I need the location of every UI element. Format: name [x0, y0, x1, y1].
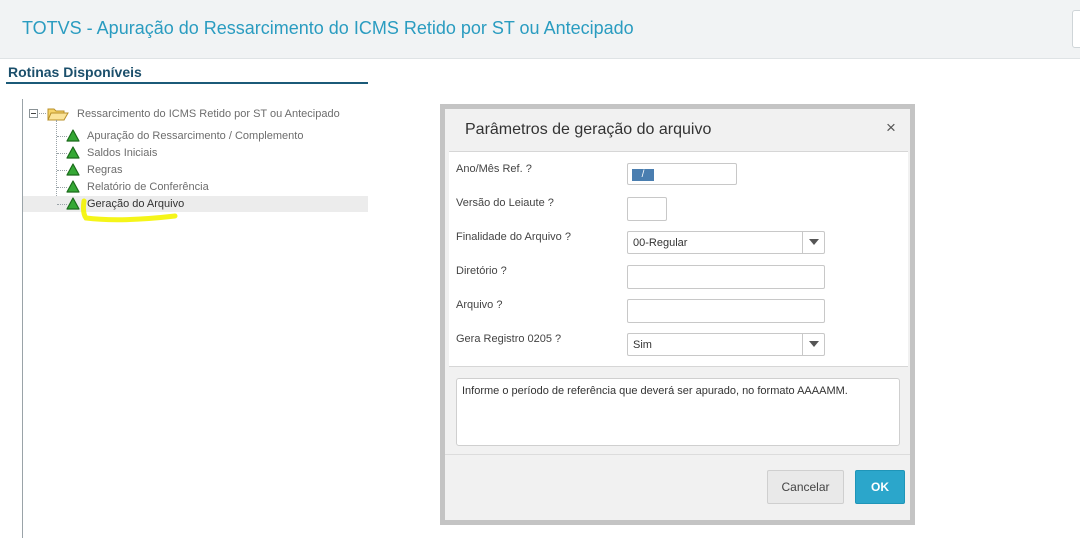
panel-title-underline	[6, 82, 368, 84]
ano-mes-label: Ano/Mês Ref. ?	[456, 163, 532, 175]
form-area: Ano/Mês Ref. ? / Versão do Leiaute ? Fin…	[449, 151, 908, 367]
help-text-box: Informe o período de referência que deve…	[456, 378, 900, 446]
green-triangle-icon	[66, 163, 80, 176]
tree-root-label[interactable]: Ressarcimento do ICMS Retido por ST ou A…	[77, 108, 340, 120]
footer-divider	[445, 454, 910, 455]
ok-button[interactable]: OK	[855, 470, 905, 504]
gera-registro-select[interactable]: Sim	[627, 333, 825, 356]
green-triangle-icon	[66, 180, 80, 193]
folder-open-icon	[47, 108, 69, 121]
select-divider	[802, 334, 803, 355]
select-divider	[802, 232, 803, 253]
cancel-button[interactable]: Cancelar	[767, 470, 844, 504]
arquivo-input[interactable]	[627, 299, 825, 323]
diretorio-label: Diretório ?	[456, 265, 507, 277]
ano-mes-value: /	[632, 169, 654, 181]
tree-item-saldos[interactable]: Saldos Iniciais	[87, 147, 157, 159]
close-icon[interactable]: ×	[886, 118, 896, 138]
versao-input[interactable]	[627, 197, 667, 221]
green-triangle-icon	[66, 129, 80, 142]
tree-left-border	[22, 99, 23, 538]
app-title: TOTVS - Apuração do Ressarcimento do ICM…	[22, 18, 634, 38]
finalidade-label: Finalidade do Arquivo ?	[456, 231, 571, 243]
tree-connector	[56, 120, 57, 204]
green-triangle-icon	[66, 146, 80, 159]
tree-item-regras[interactable]: Regras	[87, 164, 122, 176]
gera-registro-value: Sim	[633, 339, 652, 351]
tree-item-geracao[interactable]: Geração do Arquivo	[87, 198, 184, 210]
chevron-down-icon	[809, 341, 819, 347]
dialog-title: Parâmetros de geração do arquivo	[465, 121, 712, 138]
header-menu-button[interactable]	[1072, 10, 1080, 48]
gera-registro-label: Gera Registro 0205 ?	[456, 333, 562, 345]
diretorio-input[interactable]	[627, 265, 825, 289]
tree-connector	[37, 113, 46, 114]
versao-label: Versão do Leiaute ?	[456, 197, 554, 209]
chevron-down-icon	[809, 239, 819, 245]
app-header: TOTVS - Apuração do Ressarcimento do ICM…	[0, 0, 1080, 59]
tree-item-apuracao[interactable]: Apuração do Ressarcimento / Complemento	[87, 130, 303, 142]
ano-mes-input[interactable]: /	[627, 163, 737, 185]
finalidade-value: 00-Regular	[633, 237, 688, 249]
parameters-dialog: Parâmetros de geração do arquivo × Ano/M…	[445, 109, 910, 520]
arquivo-label: Arquivo ?	[456, 299, 503, 311]
tree-item-relatorio[interactable]: Relatório de Conferência	[87, 181, 209, 193]
panel-title: Rotinas Disponíveis	[8, 64, 142, 80]
help-text: Informe o período de referência que deve…	[462, 385, 848, 397]
finalidade-select[interactable]: 00-Regular	[627, 231, 825, 254]
green-triangle-icon	[66, 197, 80, 210]
